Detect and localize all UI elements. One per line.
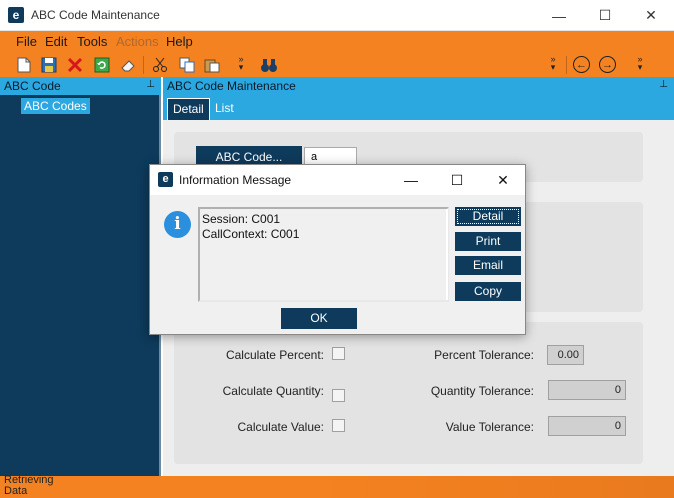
- message-scroll-edge: [446, 209, 448, 300]
- message-line: Session: C001: [202, 212, 281, 226]
- calculate-percent-label: Calculate Percent:: [225, 348, 324, 362]
- tab-list[interactable]: List: [210, 98, 239, 120]
- delete-icon[interactable]: [65, 55, 85, 75]
- menu-actions[interactable]: Actions: [116, 34, 159, 49]
- toolbar-separator: [143, 56, 144, 74]
- calculate-value-checkbox[interactable]: [332, 419, 345, 432]
- dialog-maximize-button[interactable]: ☐: [434, 165, 480, 195]
- maximize-button[interactable]: ☐: [582, 0, 628, 31]
- toolbar-separator-2: [566, 56, 567, 74]
- message-text-box[interactable]: Session: C001 CallContext: C001: [198, 207, 449, 302]
- tree-item-abc-codes[interactable]: ABC Codes: [21, 98, 90, 114]
- dialog-app-icon: e: [158, 172, 173, 187]
- menu-bar: File Edit Tools Actions Help: [0, 31, 674, 52]
- back-icon[interactable]: ←: [573, 56, 590, 73]
- tree-panel: ABC Code ⊥ ABC Codes: [0, 77, 161, 476]
- binoculars-icon[interactable]: [259, 55, 279, 75]
- percent-tolerance-label: Percent Tolerance:: [434, 348, 534, 362]
- status-bar: Retrieving Data: [0, 474, 674, 498]
- information-dialog: e Information Message — ☐ ✕ i Session: C…: [149, 164, 526, 335]
- forward-icon[interactable]: →: [599, 56, 616, 73]
- menu-tools[interactable]: Tools: [77, 34, 107, 49]
- tree-panel-title: ABC Code: [4, 79, 61, 93]
- info-icon: i: [164, 211, 191, 238]
- copy-icon[interactable]: [177, 55, 197, 75]
- menu-help[interactable]: Help: [166, 34, 193, 49]
- detail-button[interactable]: Detail: [455, 207, 521, 226]
- print-button[interactable]: Print: [455, 232, 521, 251]
- minimize-button[interactable]: —: [536, 0, 582, 31]
- toolbar-overflow-icon-3[interactable]: » ▾: [635, 55, 645, 72]
- quantity-tolerance-field[interactable]: 0: [548, 380, 626, 400]
- menu-file[interactable]: File: [16, 34, 37, 49]
- message-line: CallContext: C001: [202, 227, 300, 241]
- tab-bar: Detail List: [163, 95, 674, 120]
- status-text: Retrieving Data: [4, 474, 54, 497]
- paste-icon[interactable]: [202, 55, 222, 75]
- calculate-percent-checkbox[interactable]: [332, 347, 345, 360]
- window-titlebar: e ABC Code Maintenance — ☐ ✕: [0, 0, 674, 31]
- pin-icon[interactable]: ⊥: [146, 79, 155, 90]
- value-tolerance-label: Value Tolerance:: [445, 420, 534, 434]
- new-icon[interactable]: [14, 55, 34, 75]
- percent-tolerance-field[interactable]: 0.00: [547, 345, 584, 365]
- main-panel-header: ABC Code Maintenance ⊥: [163, 77, 674, 95]
- dialog-titlebar: e Information Message — ☐ ✕: [150, 165, 525, 195]
- close-button[interactable]: ✕: [628, 0, 674, 31]
- calculate-value-label: Calculate Value:: [237, 420, 325, 434]
- email-button[interactable]: Email: [455, 256, 521, 275]
- value-tolerance-field[interactable]: 0: [548, 416, 626, 436]
- toolbar-overflow-icon[interactable]: » ▾: [236, 55, 246, 72]
- toolbar: » ▾ » ▾ ← → » ▾: [0, 52, 674, 77]
- main-panel-title: ABC Code Maintenance: [167, 79, 296, 93]
- ok-button[interactable]: OK: [281, 308, 357, 329]
- save-icon[interactable]: [39, 55, 59, 75]
- toolbar-overflow-icon-2[interactable]: » ▾: [548, 55, 558, 72]
- refresh-icon[interactable]: [92, 55, 112, 75]
- calculate-quantity-checkbox[interactable]: [332, 389, 345, 402]
- tree-panel-header: ABC Code ⊥: [0, 77, 161, 95]
- dialog-title: Information Message: [179, 173, 292, 187]
- window-title: ABC Code Maintenance: [31, 8, 160, 22]
- calculate-quantity-label: Calculate Quantity:: [222, 384, 324, 398]
- eraser-icon[interactable]: [118, 55, 138, 75]
- pin-icon-main[interactable]: ⊥: [659, 79, 668, 90]
- copy-button[interactable]: Copy: [455, 282, 521, 301]
- dialog-minimize-button[interactable]: —: [388, 165, 434, 195]
- menu-edit[interactable]: Edit: [45, 34, 67, 49]
- cut-icon[interactable]: [150, 55, 170, 75]
- app-logo-icon: e: [8, 7, 24, 23]
- quantity-tolerance-label: Quantity Tolerance:: [430, 384, 534, 398]
- dialog-close-button[interactable]: ✕: [480, 165, 526, 195]
- tab-detail[interactable]: Detail: [167, 98, 210, 120]
